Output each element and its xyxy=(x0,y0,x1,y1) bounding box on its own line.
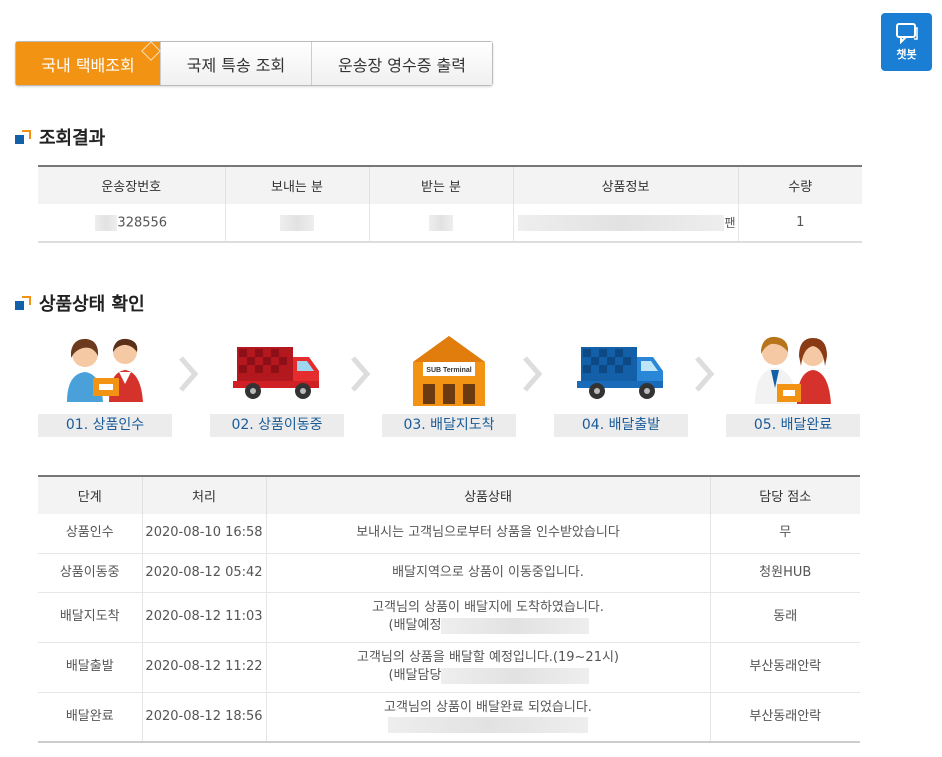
status-cell: 고객님의 상품을 배달할 예정입니다.(19~21시) (배달담당 xyxy=(266,642,711,693)
chatbot-button[interactable]: 챗봇 xyxy=(881,13,932,71)
chevron-right-icon xyxy=(695,356,715,392)
status-cell: 고객님의 상품이 배달지에 도착하였습니다. (배달예정 xyxy=(266,592,711,643)
tab-receipt-print[interactable]: 운송장 영수증 출력 xyxy=(312,42,492,85)
time-cell: 2020-08-12 11:03 xyxy=(142,592,267,643)
table-row: 상품이동중 2020-08-12 05:42 배달지역으로 상품이 이동중입니다… xyxy=(38,553,860,593)
redacted-block xyxy=(441,667,590,684)
stage-cell: 배달지도착 xyxy=(38,592,143,643)
result-title-text: 조회결과 xyxy=(39,128,106,149)
product-info-cell: 팬 xyxy=(513,204,739,243)
table-row: 배달출발 2020-08-12 11:22 고객님의 상품을 배달할 예정입니다… xyxy=(38,642,860,693)
diamond-icon xyxy=(141,41,161,61)
time-cell: 2020-08-12 05:42 xyxy=(142,553,267,593)
result-section-title: 조회결과 xyxy=(15,124,105,150)
step-4: 04. 배달출발 xyxy=(554,330,688,437)
step-1: 01. 상품인수 xyxy=(38,330,172,437)
redacted-block xyxy=(429,214,453,231)
office-cell: 동래 xyxy=(710,592,860,643)
status-subline: (배달예정 xyxy=(267,617,710,635)
product-info-tail: 팬 xyxy=(724,215,736,230)
receiver-cell xyxy=(369,204,514,243)
step-2-label: 02. 상품이동중 xyxy=(210,414,344,437)
status-line: 고객님의 상품을 배달할 예정입니다.(19~21시) xyxy=(356,650,619,665)
step-2: 02. 상품이동중 xyxy=(210,330,344,437)
status-cell: 고객님의 상품이 배달완료 되었습니다. xyxy=(266,692,711,743)
header-time: 처리 xyxy=(142,476,267,514)
tab-receipt-print-label: 운송장 영수증 출력 xyxy=(338,55,466,75)
tracking-tabs: 국내 택배조회 국제 특송 조회 운송장 영수증 출력 xyxy=(15,41,493,86)
blue-truck-icon xyxy=(554,330,688,410)
tab-domestic[interactable]: 국내 택배조회 xyxy=(16,41,161,85)
tab-domestic-label: 국내 택배조회 xyxy=(41,55,135,75)
status-subline: (배달담당 xyxy=(267,667,710,685)
office-cell: 부산동래안락 xyxy=(710,642,860,693)
redacted-block xyxy=(518,215,725,232)
result-table-header: 운송장번호 보내는 분 받는 분 상품정보 수량 xyxy=(38,166,862,204)
table-row: 배달완료 2020-08-12 18:56 고객님의 상품이 배달완료 되었습니… xyxy=(38,692,860,743)
status-table-header: 단계 처리 상품상태 담당 점소 xyxy=(38,476,860,514)
table-row: 328556 팬 1 xyxy=(38,204,862,243)
sender-cell xyxy=(225,204,370,243)
office-cell: 부산동래안락 xyxy=(710,692,860,743)
redacted-block xyxy=(280,214,314,231)
redacted-block xyxy=(441,617,590,634)
step-5-label: 05. 배달완료 xyxy=(726,414,860,437)
header-stage: 단계 xyxy=(38,476,143,514)
status-subline-text: (배달담당 xyxy=(388,668,442,683)
handover-icon xyxy=(38,330,172,410)
tracking-number-cell: 328556 xyxy=(38,204,226,243)
status-steps: 01. 상품인수 02. 상품이동중 SUB Terminal 03. 배달지도… xyxy=(38,330,860,440)
terminal-sign-text: SUB Terminal xyxy=(426,367,471,374)
tab-international[interactable]: 국제 특송 조회 xyxy=(161,42,312,85)
time-cell: 2020-08-12 11:22 xyxy=(142,642,267,693)
chatbot-label: 챗봇 xyxy=(896,48,917,61)
stage-cell: 상품이동중 xyxy=(38,553,143,593)
status-section-title: 상품상태 확인 xyxy=(15,290,145,316)
header-status: 상품상태 xyxy=(266,476,711,514)
redacted-block xyxy=(388,717,588,734)
red-truck-icon xyxy=(210,330,344,410)
stage-cell: 배달출발 xyxy=(38,642,143,693)
time-cell: 2020-08-12 18:56 xyxy=(142,692,267,743)
time-cell: 2020-08-10 16:58 xyxy=(142,514,267,554)
section-bullet-icon xyxy=(15,296,31,310)
status-cell: 보내시는 고객님으로부터 상품을 인수받았습니다 xyxy=(266,514,711,554)
chevron-right-icon xyxy=(523,356,543,392)
status-title-text: 상품상태 확인 xyxy=(39,294,145,315)
header-tracking-no: 운송장번호 xyxy=(38,166,226,204)
table-row: 상품인수 2020-08-10 16:58 보내시는 고객님으로부터 상품을 인… xyxy=(38,514,860,554)
section-bullet-icon xyxy=(15,130,31,144)
sub-terminal-icon: SUB Terminal xyxy=(382,330,516,410)
table-row: 배달지도착 2020-08-12 11:03 고객님의 상품이 배달지에 도착하… xyxy=(38,592,860,643)
chevron-right-icon xyxy=(179,356,199,392)
stage-cell: 상품인수 xyxy=(38,514,143,554)
step-1-label: 01. 상품인수 xyxy=(38,414,172,437)
result-table: 운송장번호 보내는 분 받는 분 상품정보 수량 328556 팬 1 xyxy=(38,165,862,243)
office-cell: 무 xyxy=(710,514,860,554)
quantity-cell: 1 xyxy=(738,204,862,243)
status-cell: 배달지역으로 상품이 이동중입니다. xyxy=(266,553,711,593)
header-product-info: 상품정보 xyxy=(513,166,739,204)
step-5: 05. 배달완료 xyxy=(726,330,860,437)
status-table: 단계 처리 상품상태 담당 점소 상품인수 2020-08-10 16:58 보… xyxy=(38,475,860,743)
chat-bubble-icon xyxy=(895,23,918,44)
stage-cell: 배달완료 xyxy=(38,692,143,743)
chevron-right-icon xyxy=(351,356,371,392)
status-line: 고객님의 상품이 배달완료 되었습니다. xyxy=(384,699,592,715)
step-3: SUB Terminal 03. 배달지도착 xyxy=(382,330,516,437)
status-subline xyxy=(267,717,710,735)
tracking-number: 328556 xyxy=(117,215,168,230)
delivered-icon xyxy=(726,330,860,410)
header-quantity: 수량 xyxy=(738,166,862,204)
tab-international-label: 국제 특송 조회 xyxy=(186,55,286,75)
status-subline-text: (배달예정 xyxy=(388,618,442,633)
status-line: 고객님의 상품이 배달지에 도착하였습니다. xyxy=(372,600,604,615)
header-sender: 보내는 분 xyxy=(225,166,370,204)
redacted-block xyxy=(95,214,118,231)
step-4-label: 04. 배달출발 xyxy=(554,414,688,437)
header-office: 담당 점소 xyxy=(710,476,860,514)
header-receiver: 받는 분 xyxy=(369,166,514,204)
office-cell: 청원HUB xyxy=(710,553,860,593)
step-3-label: 03. 배달지도착 xyxy=(382,414,516,437)
